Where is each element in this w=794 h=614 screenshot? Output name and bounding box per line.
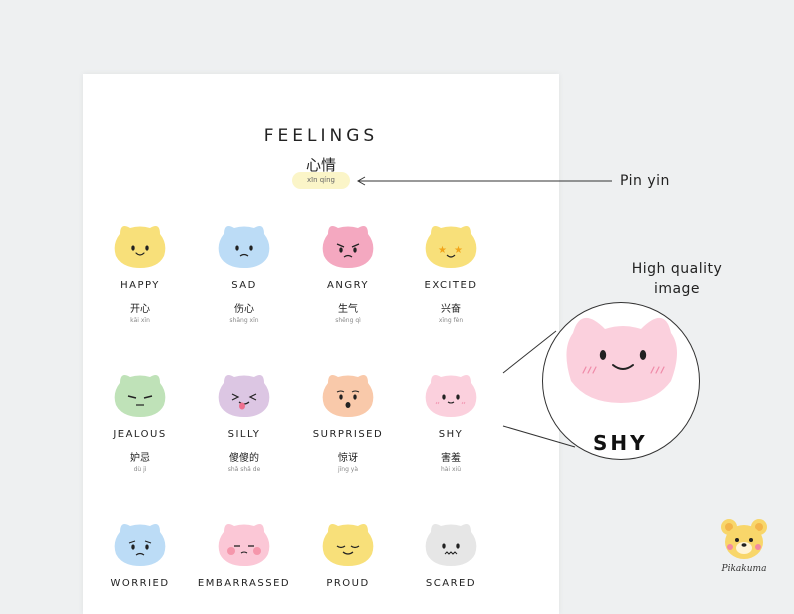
brand-logo: Pikakuma — [716, 516, 772, 574]
quality-callout-line2: image — [653, 281, 701, 297]
brand-name: Pikakuma — [721, 564, 767, 574]
callout-lines — [356, 176, 612, 448]
quality-callout-label: High quality image — [624, 261, 730, 297]
zoom-label: SHY — [593, 431, 648, 455]
quality-callout-line1: High quality — [631, 261, 723, 277]
zoom-circle: SHY — [542, 302, 700, 460]
pikakuma-bear-icon — [721, 519, 767, 559]
pinyin-callout-label: Pin yin — [620, 173, 670, 189]
